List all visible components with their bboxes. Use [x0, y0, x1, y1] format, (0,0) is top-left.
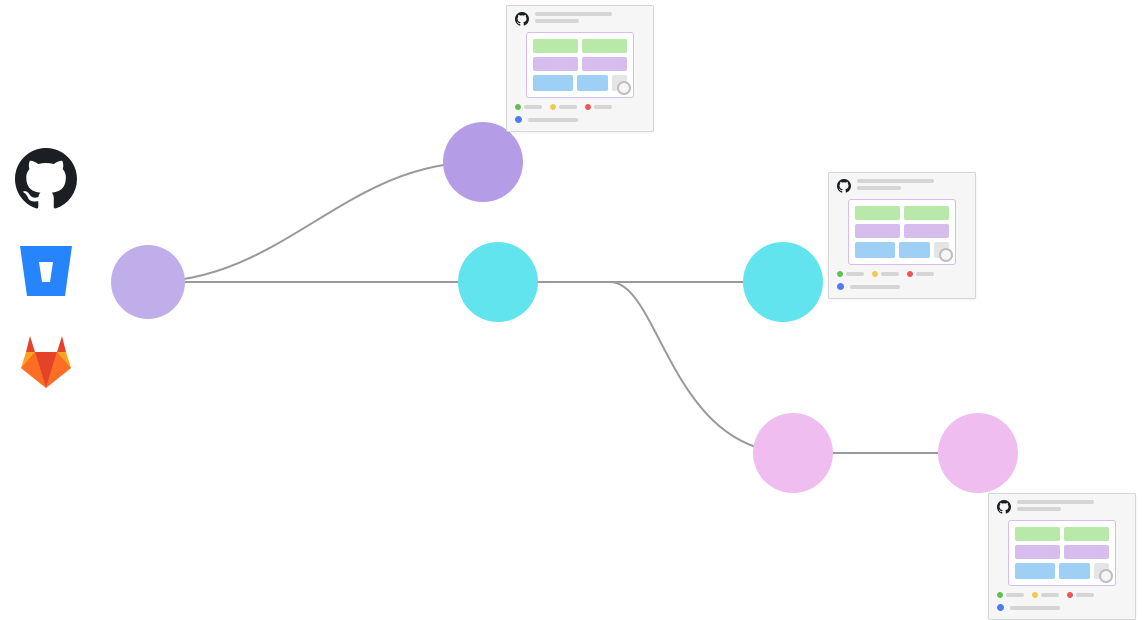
- card-title-placeholder: [1017, 500, 1127, 511]
- card-thumbnail: [848, 199, 956, 265]
- card-legend: [997, 592, 1127, 598]
- github-icon: [997, 500, 1011, 514]
- node-branch2b: [938, 413, 1018, 493]
- github-icon: [515, 12, 529, 26]
- source-icons-column: [15, 148, 77, 394]
- preview-card-card2: [828, 172, 976, 299]
- bitbucket-icon: [15, 240, 77, 302]
- card-header: [837, 179, 967, 193]
- card-title-placeholder: [857, 179, 967, 190]
- card-header: [997, 500, 1127, 514]
- github-icon: [15, 148, 77, 210]
- card-legend: [515, 104, 645, 110]
- edge-root-branch1: [148, 162, 483, 282]
- diagram-stage: [0, 0, 1144, 596]
- node-branch1: [443, 122, 523, 202]
- card-legend: [837, 271, 967, 277]
- node-main2: [458, 242, 538, 322]
- card-footer: [837, 283, 967, 290]
- github-icon: [837, 179, 851, 193]
- node-branch2a: [753, 413, 833, 493]
- card-title-placeholder: [535, 12, 645, 23]
- card-footer: [997, 604, 1127, 611]
- card-thumbnail: [1008, 520, 1116, 586]
- node-root: [111, 245, 185, 319]
- node-main3: [743, 242, 823, 322]
- preview-card-card3: [988, 493, 1136, 620]
- card-footer: [515, 116, 645, 123]
- gitlab-icon: [15, 332, 77, 394]
- card-header: [515, 12, 645, 26]
- preview-card-card1: [506, 5, 654, 132]
- card-thumbnail: [526, 32, 634, 98]
